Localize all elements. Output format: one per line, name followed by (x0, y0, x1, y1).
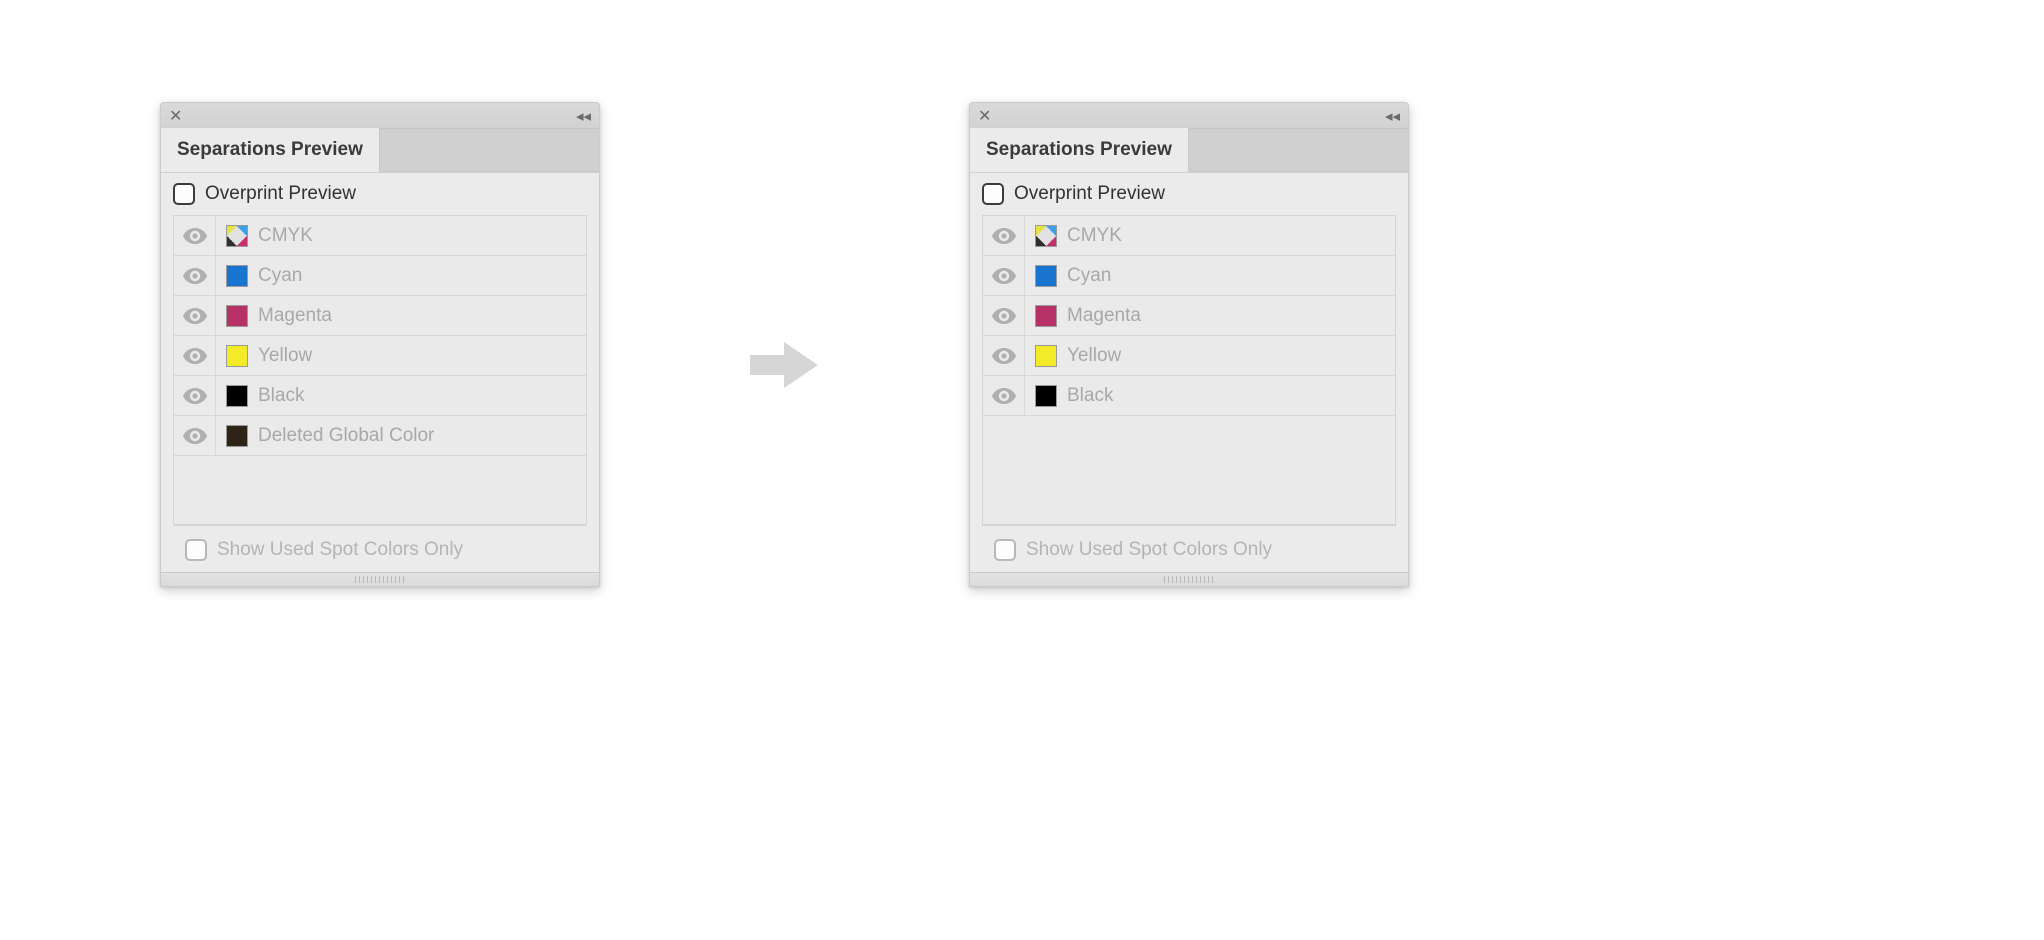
eye-icon (183, 428, 207, 444)
eye-icon (183, 268, 207, 284)
separation-label: CMYK (258, 225, 313, 247)
color-swatch (226, 305, 248, 327)
arrow-right-icon (750, 340, 818, 395)
separation-row[interactable]: Yellow (174, 336, 586, 376)
close-icon[interactable]: ✕ (169, 106, 182, 126)
separation-row[interactable]: CMYK (983, 216, 1395, 256)
separation-row[interactable]: Yellow (983, 336, 1395, 376)
spot-colors-checkbox[interactable] (185, 539, 207, 561)
separations-list: CMYK Cyan Magenta Yellow Black Deleted Global… (173, 215, 587, 525)
visibility-toggle[interactable] (983, 336, 1025, 375)
visibility-toggle[interactable] (983, 256, 1025, 295)
separation-label: Cyan (1067, 265, 1111, 287)
eye-icon (992, 308, 1016, 324)
visibility-toggle[interactable] (174, 336, 216, 375)
color-swatch (1035, 225, 1057, 247)
color-swatch (1035, 305, 1057, 327)
visibility-toggle[interactable] (174, 296, 216, 335)
eye-icon (183, 348, 207, 364)
list-empty-area (174, 456, 586, 524)
overprint-checkbox[interactable] (982, 183, 1004, 205)
eye-icon (183, 228, 207, 244)
visibility-toggle[interactable] (174, 416, 216, 455)
panel-titlebar[interactable]: ✕ ◂◂ (161, 103, 599, 129)
spot-colors-label: Show Used Spot Colors Only (217, 539, 463, 561)
separation-label: CMYK (1067, 225, 1122, 247)
color-swatch (226, 225, 248, 247)
separation-row[interactable]: Cyan (983, 256, 1395, 296)
separation-label: Yellow (258, 345, 312, 367)
separation-row[interactable]: Cyan (174, 256, 586, 296)
visibility-toggle[interactable] (983, 216, 1025, 255)
separation-row[interactable]: Magenta (983, 296, 1395, 336)
color-swatch (1035, 345, 1057, 367)
color-swatch (226, 425, 248, 447)
overprint-preview-row[interactable]: Overprint Preview (970, 173, 1408, 215)
collapse-icon[interactable]: ◂◂ (1385, 107, 1400, 125)
separation-row[interactable]: Black (174, 376, 586, 416)
color-swatch (1035, 385, 1057, 407)
eye-icon (992, 348, 1016, 364)
separation-row[interactable]: Black (983, 376, 1395, 416)
eye-icon (183, 308, 207, 324)
resize-grip[interactable] (161, 572, 599, 586)
overprint-label: Overprint Preview (205, 183, 356, 205)
spot-colors-label: Show Used Spot Colors Only (1026, 539, 1272, 561)
eye-icon (992, 268, 1016, 284)
separation-row[interactable]: Deleted Global Color (174, 416, 586, 456)
color-swatch (226, 265, 248, 287)
tab-label: Separations Preview (986, 139, 1172, 161)
panel-tabs: Separations Preview (161, 129, 599, 173)
eye-icon (992, 388, 1016, 404)
tabs-empty-area (380, 171, 599, 172)
collapse-icon[interactable]: ◂◂ (576, 107, 591, 125)
separations-list: CMYK Cyan Magenta Yellow Black (982, 215, 1396, 525)
separation-label: Yellow (1067, 345, 1121, 367)
separation-label: Deleted Global Color (258, 425, 434, 447)
separation-label: Magenta (1067, 305, 1141, 327)
visibility-toggle[interactable] (174, 376, 216, 415)
tabs-empty-area (1189, 171, 1408, 172)
footer-row[interactable]: Show Used Spot Colors Only (982, 525, 1396, 573)
separation-label: Magenta (258, 305, 332, 327)
tab-separations-preview[interactable]: Separations Preview (970, 128, 1189, 172)
separations-panel-after: ✕ ◂◂ Separations Preview Overprint Previ… (969, 102, 1409, 587)
overprint-label: Overprint Preview (1014, 183, 1165, 205)
visibility-toggle[interactable] (174, 256, 216, 295)
separation-row[interactable]: CMYK (174, 216, 586, 256)
color-swatch (226, 385, 248, 407)
eye-icon (183, 388, 207, 404)
eye-icon (992, 228, 1016, 244)
color-swatch (1035, 265, 1057, 287)
visibility-toggle[interactable] (983, 376, 1025, 415)
tab-label: Separations Preview (177, 139, 363, 161)
list-empty-area (983, 416, 1395, 524)
resize-grip[interactable] (970, 572, 1408, 586)
overprint-preview-row[interactable]: Overprint Preview (161, 173, 599, 215)
panel-titlebar[interactable]: ✕ ◂◂ (970, 103, 1408, 129)
color-swatch (226, 345, 248, 367)
panel-tabs: Separations Preview (970, 129, 1408, 173)
tab-separations-preview[interactable]: Separations Preview (161, 128, 380, 172)
close-icon[interactable]: ✕ (978, 106, 991, 126)
separation-row[interactable]: Magenta (174, 296, 586, 336)
separation-label: Cyan (258, 265, 302, 287)
spot-colors-checkbox[interactable] (994, 539, 1016, 561)
overprint-checkbox[interactable] (173, 183, 195, 205)
footer-row[interactable]: Show Used Spot Colors Only (173, 525, 587, 573)
visibility-toggle[interactable] (174, 216, 216, 255)
separations-panel-before: ✕ ◂◂ Separations Preview Overprint Previ… (160, 102, 600, 587)
separation-label: Black (1067, 385, 1113, 407)
visibility-toggle[interactable] (983, 296, 1025, 335)
separation-label: Black (258, 385, 304, 407)
